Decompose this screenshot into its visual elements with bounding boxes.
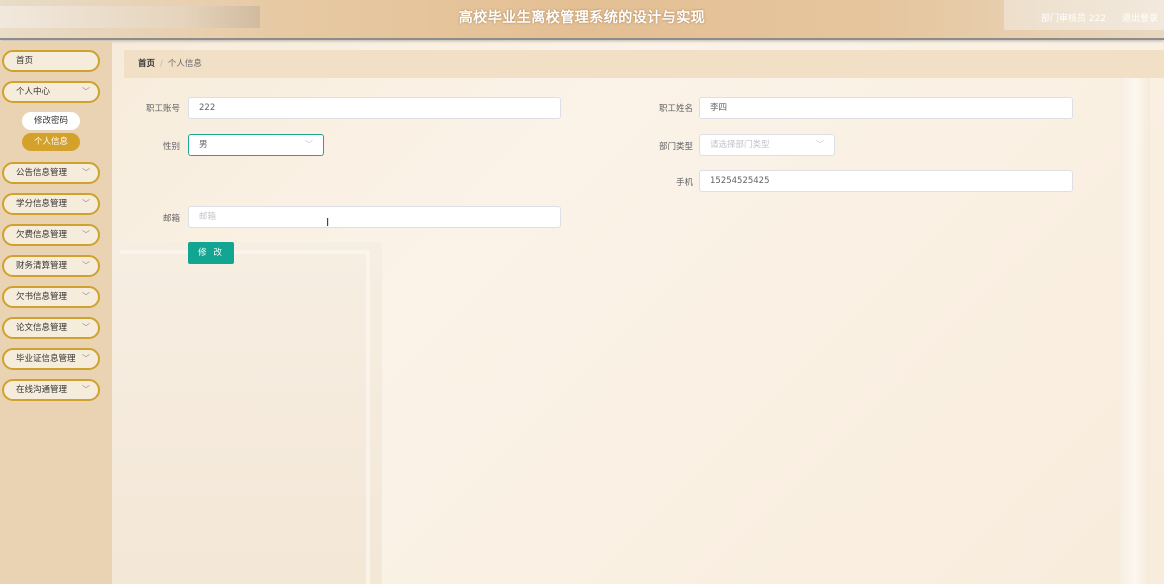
sidebar-item-finance[interactable]: 财务清算管理 ﹀ (2, 255, 100, 277)
sidebar-item-books[interactable]: 欠书信息管理 ﹀ (2, 286, 100, 308)
chevron-down-icon: ﹀ (82, 292, 90, 301)
sidebar-item-credits[interactable]: 学分信息管理 ﹀ (2, 193, 100, 215)
breadcrumb: 首页 / 个人信息 (124, 50, 1164, 78)
chevron-down-icon: ﹀ (816, 140, 824, 149)
chevron-down-icon: ﹀ (82, 385, 90, 394)
sidebar-item-label: 欠书信息管理 (16, 292, 68, 302)
sidebar-item-label: 财务清算管理 (16, 261, 68, 271)
sidebar-item-label: 学分信息管理 (16, 199, 68, 209)
account-input[interactable]: 222 (188, 97, 561, 119)
chevron-down-icon: ﹀ (305, 140, 313, 149)
dept-select-placeholder: 请选择部门类型 (710, 140, 770, 150)
chevron-down-icon: ﹀ (82, 323, 90, 332)
sidebar-item-label: 公告信息管理 (16, 168, 68, 178)
account-label: 职工账号 (145, 104, 180, 114)
breadcrumb-home[interactable]: 首页 (138, 59, 155, 69)
main-content: 首页 / 个人信息 职工账号 222 职工姓名 李四 性别 男 ﹀ 部门类型 请选择… (112, 42, 1164, 584)
name-input[interactable]: 李四 (699, 97, 1073, 119)
chevron-down-icon: ﹀ (82, 168, 90, 177)
dept-select[interactable]: 请选择部门类型 ﹀ (699, 134, 835, 156)
current-user: 部门审核员 222 (1040, 14, 1106, 24)
chevron-down-icon: ﹀ (82, 354, 90, 363)
name-label: 职工姓名 (658, 104, 693, 114)
submit-button[interactable]: 修 改 (188, 242, 234, 264)
sidebar-item-notice[interactable]: 公告信息管理 ﹀ (2, 162, 100, 184)
sidebar-subitem-change-password[interactable]: 修改密码 (22, 112, 80, 130)
sidebar-item-arrears[interactable]: 欠费信息管理 ﹀ (2, 224, 100, 246)
phone-input[interactable]: 15254525425 (699, 170, 1073, 192)
breadcrumb-current: 个人信息 (167, 59, 202, 69)
top-header: 高校毕业生离校管理系统的设计与实现 部门审核员 222 退出登录 (0, 0, 1164, 40)
app-title: 高校毕业生离校管理系统的设计与实现 (458, 10, 706, 26)
email-input[interactable]: 邮箱 (188, 206, 561, 228)
dept-label: 部门类型 (658, 142, 693, 152)
breadcrumb-separator: / (160, 59, 163, 69)
sidebar-item-label: 个人中心 (16, 87, 51, 97)
sidebar-item-chat[interactable]: 在线沟通管理 ﹀ (2, 379, 100, 401)
sidebar-item-label: 毕业证信息管理 (16, 354, 76, 364)
sidebar-item-thesis[interactable]: 论文信息管理 ﹀ (2, 317, 100, 339)
sidebar-item-label: 在线沟通管理 (16, 385, 68, 395)
text-cursor-icon: I (326, 216, 330, 229)
sidebar-item-personal-center[interactable]: 个人中心 ﹀ (2, 81, 100, 103)
logout-link[interactable]: 退出登录 (1122, 11, 1158, 24)
gender-label: 性别 (162, 142, 180, 152)
background-decoration-right (1120, 72, 1150, 584)
sidebar-item-diploma[interactable]: 毕业证信息管理 ﹀ (2, 348, 100, 370)
email-label: 邮箱 (162, 214, 180, 224)
chevron-down-icon: ﹀ (82, 261, 90, 270)
chevron-down-icon: ﹀ (82, 199, 90, 208)
sidebar-item-home[interactable]: 首页 (2, 50, 100, 72)
chevron-down-icon: ﹀ (82, 230, 90, 239)
sidebar: 首页 个人中心 ﹀ 修改密码 个人信息 公告信息管理 ﹀ 学分信息管理 ﹀ 欠费… (0, 42, 112, 584)
sidebar-item-label: 论文信息管理 (16, 323, 68, 333)
background-frame (120, 250, 370, 584)
sidebar-item-label: 欠费信息管理 (16, 230, 68, 240)
sidebar-subitem-personal-info[interactable]: 个人信息 (22, 133, 80, 151)
sidebar-item-label: 首页 (16, 56, 34, 66)
gender-select-value: 男 (199, 140, 208, 150)
chevron-down-icon: ﹀ (82, 87, 90, 96)
gender-select[interactable]: 男 ﹀ (188, 134, 324, 156)
phone-label: 手机 (675, 178, 693, 188)
